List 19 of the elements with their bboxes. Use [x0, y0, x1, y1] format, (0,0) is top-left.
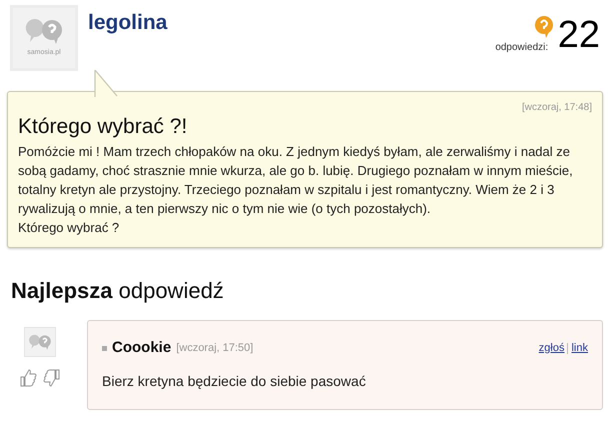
- thumbs-up-icon[interactable]: [19, 369, 37, 387]
- question-text: Którego wybrać ?: [18, 219, 120, 237]
- answer-text: Bierz kretyna będziecie do siebie pasować: [102, 372, 367, 391]
- action-link[interactable]: link: [571, 340, 588, 356]
- answers-label: odpowiedzi:: [495, 41, 548, 55]
- question-title: Którego wybrać ?!: [18, 115, 188, 139]
- answers-count: 22: [558, 15, 600, 55]
- answer-timestamp: [wczoraj, 17:50]: [176, 341, 254, 356]
- answer-author: Coookie: [112, 338, 172, 358]
- question-bubble-icon: [534, 16, 554, 38]
- section-heading: Najlepsza odpowiedź: [11, 277, 225, 305]
- thumbs-down-icon[interactable]: [43, 369, 61, 387]
- username-link[interactable]: legolina: [88, 7, 168, 38]
- speech-bubbles-icon: [24, 18, 64, 44]
- question-text: Pomóżcie mi ! Mam trzech chłopaków na oku. Z jednym kiedyś byłam, ale zerwaliśmy i nadal ze sobą gadamy, choć strasznie mnie wkurza, ale go b. lubię. Drugiego poznałam w innym mieście, totalny kretyn ale przystojny. Trzeciego poznałam w szpitalu i jest romantyczny. Wiem że 2 i 3 rywalizują o mnie, a ten pierwszy nic o tym nie wie (o tych pozostałych).: [18, 143, 574, 218]
- speech-bubbles-icon: [28, 334, 52, 350]
- action-link[interactable]: zgłoś: [538, 340, 564, 356]
- bullet-icon: [102, 346, 107, 351]
- question-timestamp: [wczoraj, 17:48]: [522, 101, 592, 115]
